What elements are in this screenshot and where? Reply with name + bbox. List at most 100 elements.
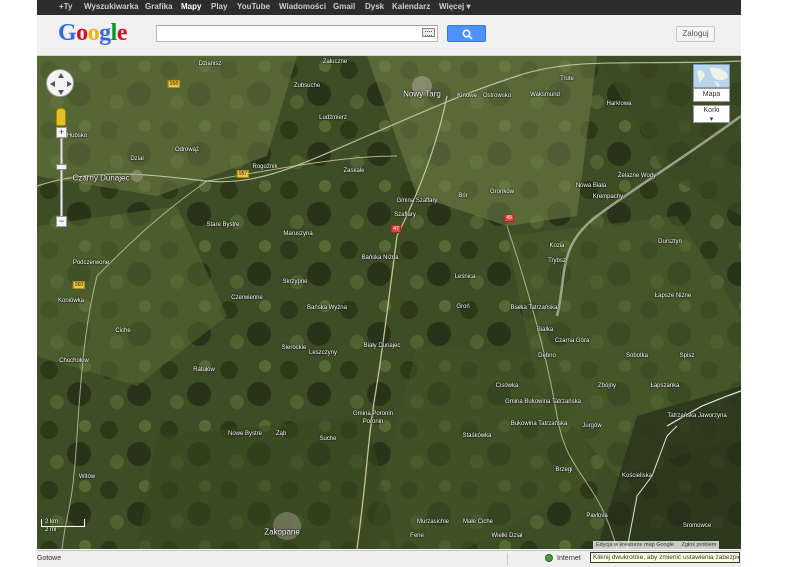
place-label[interactable]: Bialka	[537, 327, 553, 333]
nav-item-więcej[interactable]: Więcej ▾	[439, 2, 471, 11]
place-label[interactable]: Suche	[319, 436, 336, 442]
place-label[interactable]: Leśnica	[455, 274, 476, 280]
place-label[interactable]: Kinowe	[457, 93, 477, 99]
report-problem-link[interactable]: Zgłoś problem	[679, 542, 720, 548]
place-label[interactable]: Chochołów	[59, 358, 89, 364]
place-label[interactable]: Szaflary	[394, 212, 416, 218]
place-label[interactable]: Łapsze Niżne	[655, 293, 691, 299]
nav-item-wyszukiwarka[interactable]: Wyszukiwarka	[84, 2, 139, 11]
place-label[interactable]: Biały Dunajec	[364, 343, 401, 349]
place-label[interactable]: Gronków	[490, 189, 514, 195]
place-label[interactable]: Groń	[456, 304, 469, 310]
place-label[interactable]: Wielki Dział	[491, 533, 522, 539]
keyboard-icon[interactable]	[422, 28, 435, 37]
zoom-slider-handle[interactable]	[56, 164, 67, 170]
place-label[interactable]: Białka Tatrzańska	[511, 305, 558, 311]
zoom-out-button[interactable]: −	[56, 216, 67, 227]
place-label[interactable]: Pavlova	[586, 513, 607, 519]
place-label[interactable]: Ząb	[276, 431, 286, 437]
place-label[interactable]: Zbójny	[598, 383, 616, 389]
login-button[interactable]: Zaloguj	[676, 26, 715, 42]
place-label[interactable]: Gmina Poronin	[353, 411, 393, 417]
place-label[interactable]: Brzegi	[555, 467, 572, 473]
map-canvas[interactable]: Nowy Targ Czarny Dunajec Zakopane Gmina Sza…	[37, 56, 741, 549]
place-label[interactable]: Kościeliska	[622, 473, 652, 479]
place-label[interactable]: Stare Bystre	[206, 222, 239, 228]
place-label[interactable]: Tatrzańska Jaworzyna	[667, 413, 726, 419]
place-label[interactable]: Dzianisz	[199, 61, 222, 67]
nav-item-youtube[interactable]: YouTube	[237, 2, 270, 11]
place-label[interactable]: Nowa Biała	[576, 183, 606, 189]
search-button[interactable]	[447, 25, 486, 42]
place-label[interactable]: Harklowa	[606, 101, 631, 107]
place-label[interactable]: Maruszyna	[283, 231, 312, 237]
nav-item-gmail[interactable]: Gmail	[333, 2, 355, 11]
place-label[interactable]: Witów	[79, 474, 95, 480]
place-label[interactable]: Czarna Góra	[555, 338, 589, 344]
place-label[interactable]: Ferie	[410, 533, 424, 539]
edit-in-map-maker-link[interactable]: Edycja w kreatorze map Google	[593, 542, 677, 548]
place-label[interactable]: Bańska Wyżna	[307, 305, 347, 311]
zoom-in-button[interactable]: +	[56, 127, 67, 138]
place-label[interactable]: Trybsz	[548, 258, 566, 264]
map-type-button[interactable]: Mapa	[693, 88, 730, 102]
nav-item-mapy[interactable]: Mapy	[181, 2, 201, 11]
nav-item-ty[interactable]: +Ty	[59, 2, 72, 11]
nav-item-kalendarz[interactable]: Kalendarz	[392, 2, 430, 11]
place-label[interactable]: Hubsko	[67, 133, 87, 139]
place-label[interactable]: Jurgów	[582, 423, 601, 429]
place-label[interactable]: Krempachy	[593, 194, 623, 200]
place-label[interactable]: Leszczyny	[309, 350, 337, 356]
place-label[interactable]: Murzasichle	[417, 519, 449, 525]
place-label[interactable]: Bańska Niżna	[361, 255, 398, 261]
place-label[interactable]: Sobotka	[626, 353, 648, 359]
place-label[interactable]: Łapszanka	[650, 383, 679, 389]
place-label[interactable]: Skrzypne	[282, 279, 307, 285]
place-label[interactable]: Odrowąż	[175, 147, 199, 153]
map-type-thumbnail[interactable]	[693, 64, 730, 88]
traffic-button[interactable]: Korki ▾	[693, 105, 730, 123]
place-label[interactable]: Spisz	[680, 353, 695, 359]
place-label[interactable]: Czerwienne	[231, 295, 263, 301]
place-label[interactable]: Dursztyn	[658, 239, 682, 245]
place-label[interactable]: Zakopane	[264, 528, 300, 537]
nav-item-play[interactable]: Play	[211, 2, 227, 11]
place-label[interactable]: Ludźmierz	[319, 115, 347, 121]
zoom-slider-track[interactable]	[60, 138, 63, 218]
place-label[interactable]: Podczerwone	[73, 260, 109, 266]
place-label[interactable]: Nowy Targ	[403, 90, 441, 99]
place-label[interactable]: Zaskale	[343, 168, 364, 174]
place-label[interactable]: Staśkówka	[462, 433, 491, 439]
place-label[interactable]: Gmina Bukowina Tatrzańska	[505, 399, 581, 405]
place-label[interactable]: Bór	[458, 193, 467, 199]
place-label[interactable]: Trute	[560, 76, 574, 82]
place-label[interactable]: Żelazne Wody	[618, 173, 656, 179]
place-label[interactable]: Ratułów	[193, 367, 215, 373]
place-label[interactable]: Ostrowsko	[483, 93, 511, 99]
place-label[interactable]: Ciche	[115, 328, 130, 334]
place-label[interactable]: Nowe Bystre	[228, 431, 262, 437]
place-label[interactable]: Koniówka	[58, 298, 84, 304]
place-label[interactable]: Bukowina Tatrzańska	[511, 421, 568, 427]
nav-item-wiadomości[interactable]: Wiadomości	[279, 2, 326, 11]
place-label[interactable]: Cisówka	[496, 383, 519, 389]
pan-control[interactable]	[46, 69, 74, 97]
security-zone-text[interactable]: Internet	[557, 555, 581, 562]
place-label[interactable]: Dębno	[538, 353, 556, 359]
place-label[interactable]: Rogoźnik	[252, 164, 277, 170]
nav-item-grafika[interactable]: Grafika	[145, 2, 173, 11]
nav-item-dysk[interactable]: Dysk	[365, 2, 384, 11]
place-label[interactable]: Gmina Szaflary	[396, 198, 437, 204]
google-logo[interactable]: Google	[58, 20, 128, 47]
place-label[interactable]: Małe Ciche	[463, 519, 493, 525]
place-label[interactable]: Kozia	[549, 243, 564, 249]
place-label[interactable]: Poronin	[363, 419, 384, 425]
place-label[interactable]: Waksmund	[530, 92, 560, 98]
place-label[interactable]: Czarny Dunajec	[73, 174, 130, 183]
place-label[interactable]: Sromowce	[683, 523, 711, 529]
street-view-pegman-icon[interactable]	[56, 108, 66, 126]
search-input[interactable]	[156, 25, 438, 42]
place-label[interactable]: Zubsuche	[294, 83, 320, 89]
place-label[interactable]: Sierockie	[282, 345, 307, 351]
place-label[interactable]: Dzial	[130, 156, 143, 162]
